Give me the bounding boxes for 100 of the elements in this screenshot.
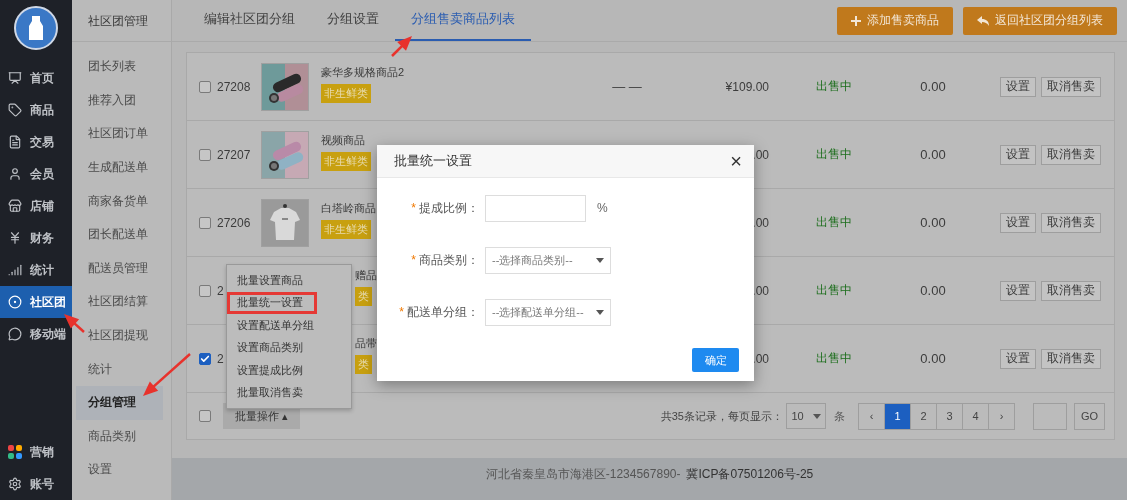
cancel-sale-button[interactable]: 取消售卖: [1041, 348, 1101, 369]
menu-item[interactable]: 设置商品类别: [227, 336, 351, 359]
checkbox[interactable]: [199, 80, 211, 93]
product-name: 白塔岭商品: [321, 200, 376, 216]
required-mark: *: [411, 200, 416, 215]
tag: 非生鲜类: [321, 151, 371, 171]
nav-item[interactable]: 财务: [0, 222, 72, 254]
menu-item[interactable]: 批量设置商品: [227, 269, 351, 292]
nav-item[interactable]: 交易: [0, 126, 72, 158]
price-cell: .00: [752, 215, 769, 230]
id-cell-text: 2: [217, 351, 225, 366]
menu-item[interactable]: 统计: [76, 352, 163, 386]
menu-item[interactable]: 推荐入团: [76, 83, 163, 118]
select-field[interactable]: --选择配送单分组--: [485, 298, 611, 326]
menu-item[interactable]: 社区团结算: [76, 285, 163, 319]
page-button[interactable]: 2: [910, 402, 937, 430]
price-cell: .00: [752, 283, 769, 298]
product-name: 赠品: [355, 269, 377, 283]
amount-cell-text: 0.00: [919, 215, 947, 230]
unit-label: %: [597, 201, 608, 215]
menu-item[interactable]: 分组管理: [76, 385, 163, 420]
menu-item[interactable]: 社区团提现: [76, 318, 163, 353]
go-button[interactable]: GO: [1074, 402, 1105, 430]
section-title: 社区团管理: [72, 0, 171, 42]
page-button[interactable]: ‹: [858, 402, 885, 430]
checkbox[interactable]: [199, 148, 211, 161]
menu-item[interactable]: 批量统一设置: [227, 291, 317, 314]
status-cell-text: 出售中: [815, 214, 853, 231]
nav-item[interactable]: 首页: [0, 62, 72, 94]
tag: 类: [355, 287, 372, 306]
input-field[interactable]: [485, 194, 586, 222]
nav-icon: [8, 263, 22, 277]
nav-icon: [8, 327, 22, 341]
required-mark: *: [411, 252, 416, 267]
nav-icon: [8, 167, 22, 181]
nav-item[interactable]: 账号: [0, 468, 72, 500]
cancel-sale-button[interactable]: 取消售卖: [1041, 144, 1101, 165]
menu-item[interactable]: 社区团订单: [76, 117, 163, 151]
tab[interactable]: 编辑社区团分组: [188, 0, 311, 41]
menu-item[interactable]: 设置配送单分组: [227, 314, 351, 337]
logo: [14, 6, 58, 50]
tab[interactable]: 分组设置: [311, 0, 395, 41]
menu-item[interactable]: 批量取消售卖: [227, 381, 351, 404]
menu-item[interactable]: 生成配送单: [76, 150, 163, 185]
required-mark: *: [399, 304, 404, 319]
nav-item[interactable]: 统计: [0, 254, 72, 286]
menu-item[interactable]: 商品类别: [76, 419, 163, 454]
checkbox[interactable]: [199, 216, 211, 229]
page-button[interactable]: 3: [936, 402, 963, 430]
price-cell: .00: [752, 351, 769, 366]
amount-cell-text: 0.00: [919, 147, 947, 162]
checkbox[interactable]: [199, 410, 211, 422]
nav-item[interactable]: 移动端: [0, 318, 72, 350]
nav-item[interactable]: 会员: [0, 158, 72, 190]
settings-button[interactable]: 设置: [1000, 144, 1036, 165]
page-button[interactable]: ›: [988, 402, 1015, 430]
menu-item[interactable]: 配送员管理: [76, 251, 163, 286]
nav-item[interactable]: 社区团: [0, 286, 72, 318]
menu-item[interactable]: 商家备货单: [76, 184, 163, 218]
menu-item[interactable]: 设置提成比例: [227, 359, 351, 382]
cancel-sale-button[interactable]: 取消售卖: [1041, 280, 1101, 301]
page-button[interactable]: 4: [962, 402, 989, 430]
settings-button[interactable]: 设置: [1000, 280, 1036, 301]
checkbox[interactable]: [199, 284, 211, 297]
product-name: 品带: [355, 337, 377, 351]
plus-icon: [851, 15, 861, 26]
page-input[interactable]: [1033, 402, 1067, 430]
select-field[interactable]: --选择商品类别--: [485, 246, 611, 274]
nav-icon: [8, 199, 22, 213]
settings-button[interactable]: 设置: [1000, 212, 1036, 233]
nav-item[interactable]: 店铺: [0, 190, 72, 222]
product-name: 视频商品: [321, 132, 365, 148]
dialog-title: 批量统一设置: [394, 152, 472, 170]
id-cell-text: 27207: [217, 147, 252, 162]
checkbox[interactable]: [199, 352, 211, 365]
close-button[interactable]: ×: [730, 151, 742, 171]
confirm-button[interactable]: 确定: [692, 348, 739, 372]
settings-icon: [8, 477, 22, 491]
settings-button[interactable]: 设置: [1000, 348, 1036, 369]
cancel-sale-button[interactable]: 取消售卖: [1041, 212, 1101, 233]
record-count: 共35条记录，每页显示：: [660, 408, 783, 424]
page-button[interactable]: 1: [884, 402, 911, 430]
tag: 类: [355, 355, 372, 374]
nav-item[interactable]: 商品: [0, 94, 72, 126]
tag: 非生鲜类: [321, 219, 371, 239]
nav-icon: [8, 295, 22, 309]
amount-cell-text: 0.00: [919, 283, 947, 298]
nav-item[interactable]: 营销: [0, 436, 72, 468]
menu-item[interactable]: 团长列表: [76, 50, 163, 84]
settings-button[interactable]: 设置: [1000, 76, 1036, 97]
footer-text: 河北省秦皇岛市海港区-1234567890-: [485, 466, 681, 483]
pointer-arrow: [143, 353, 191, 396]
amount-cell-text: 0.00: [919, 79, 947, 94]
menu-item[interactable]: 团长配送单: [76, 217, 163, 252]
menu-item[interactable]: 设置: [76, 453, 163, 487]
cancel-sale-button[interactable]: 取消售卖: [1041, 76, 1101, 97]
status-cell-text: 出售中: [815, 282, 853, 299]
page-size-select[interactable]: 10: [786, 403, 826, 429]
field-label: 商品类别：: [419, 252, 479, 267]
grid-icon: [8, 445, 22, 459]
